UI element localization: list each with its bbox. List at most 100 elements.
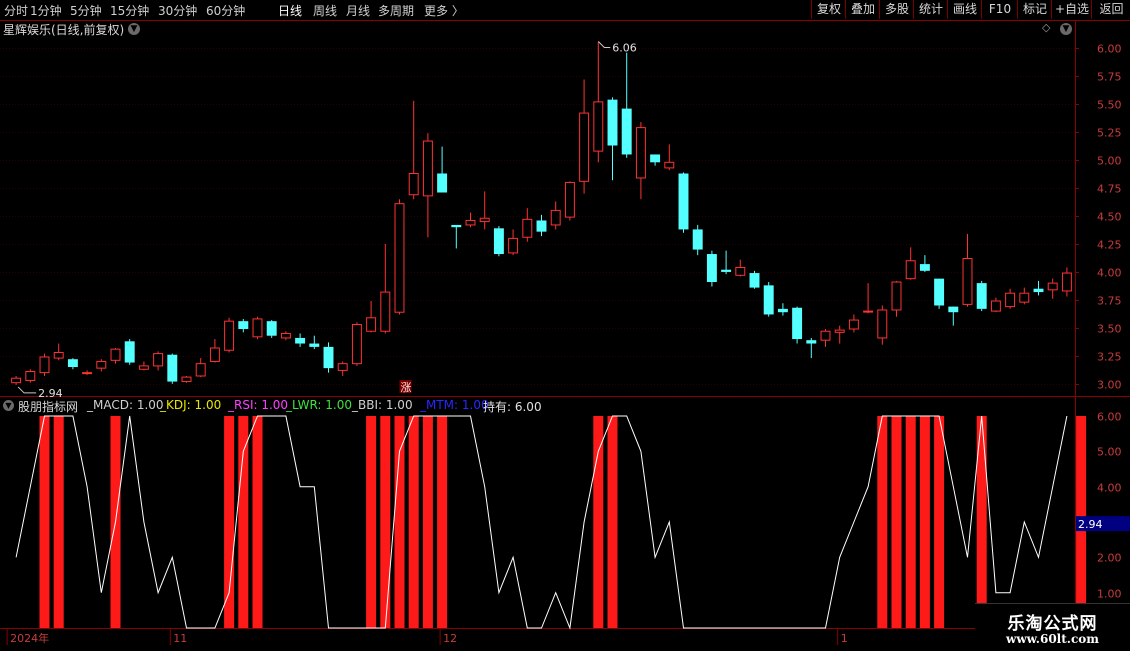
candle-body-up (479, 217, 490, 223)
candle-body-up (351, 324, 362, 365)
signal-bar (877, 416, 888, 628)
signal-bar (891, 416, 902, 628)
candle-body-up (834, 329, 845, 333)
candle-body-up (181, 376, 192, 383)
candle-body-up (280, 332, 291, 339)
candle-body-up (422, 140, 433, 197)
candle-body-down (721, 269, 732, 272)
candle-body-up (863, 310, 874, 313)
candle-body-up (252, 318, 263, 338)
candle-body-up (877, 309, 888, 339)
candle-body-down (451, 224, 462, 228)
candle-body-up (579, 112, 590, 182)
candle-body-up (990, 300, 1001, 312)
candle-body-up (138, 365, 149, 370)
candle-body-down (763, 285, 774, 315)
low-marker (17, 386, 37, 394)
price-tick-label: 4.50 (1097, 211, 1122, 224)
price-tick-label: 5.00 (1097, 155, 1122, 168)
signal-bar (238, 416, 249, 628)
high-marker (597, 41, 611, 48)
candle-body-up (820, 330, 831, 341)
signal-bar (607, 416, 618, 628)
zhang-label: 涨 (401, 381, 412, 394)
candle-body-up (224, 320, 235, 351)
candle-body-down (607, 99, 618, 146)
candle-body-up (962, 258, 973, 305)
candle-body-down (124, 341, 135, 363)
candle-body-down (621, 108, 632, 155)
signal-bar (437, 416, 448, 628)
price-tick-label: 3.25 (1097, 351, 1122, 364)
signal-bar (394, 416, 405, 628)
signal-bar (380, 416, 391, 628)
candle-body-up (1047, 282, 1058, 291)
candle-body-up (82, 372, 93, 375)
indicator-item-3: _LWR: 1.00 (286, 398, 352, 412)
candle-body-up (11, 377, 22, 384)
date-tick-label: 1 (841, 632, 848, 645)
signal-bar (593, 416, 604, 628)
candle-body-down (295, 337, 306, 344)
price-tick-label: 4.00 (1097, 267, 1122, 280)
candle-body-up (905, 260, 916, 280)
candle-body-down (323, 346, 334, 369)
candle-body-up (39, 356, 50, 374)
price-tick-label: 3.50 (1097, 323, 1122, 336)
indicator-item-0: _MACD: 1.00 (87, 398, 164, 412)
indicator-item-1: _KDJ: 1.00 (160, 398, 222, 412)
signal-bar (252, 416, 263, 628)
candle-body-up (96, 360, 107, 369)
high-price-label: 6.06 (612, 41, 637, 54)
ind-tick-label: 5.00 (1097, 446, 1122, 459)
candle-body-up (195, 363, 206, 377)
candle-body-up (508, 237, 519, 254)
signal-bar (422, 416, 433, 628)
candle-body-down (493, 228, 504, 255)
price-tick-label: 4.75 (1097, 183, 1122, 196)
candle-body-down (919, 264, 930, 271)
indicator-item-4: _BBI: 1.00 (352, 398, 413, 412)
candle-body-up (522, 218, 533, 238)
candle-body-up (53, 351, 64, 359)
ind-tick-label: 1.00 (1097, 588, 1122, 601)
candle-body-down (706, 254, 717, 283)
date-tick-label: 11 (173, 632, 187, 645)
candle-body-down (67, 359, 78, 368)
price-tick-label: 3.75 (1097, 295, 1122, 308)
signal-bar (408, 416, 419, 628)
price-tick-label: 5.50 (1097, 99, 1122, 112)
candle-body-up (1005, 292, 1016, 308)
watermark-url: www.60lt.com (1006, 632, 1099, 646)
candle-body-down (678, 173, 689, 230)
candle-body-up (564, 181, 575, 218)
candle-body-up (465, 219, 476, 226)
price-tick-label: 5.75 (1097, 71, 1122, 84)
indicator-item-5: _MTM: 1.00 (420, 398, 489, 412)
candle-body-up (380, 291, 391, 332)
candle-body-down (238, 321, 249, 329)
date-tick-label: 2024年 (10, 631, 49, 645)
indicator-dropdown-icon[interactable]: ▼ (3, 400, 14, 411)
indicator-item-2: _RSI: 1.00 (228, 398, 289, 412)
candle-body-up (366, 317, 377, 332)
candle-body-up (1019, 292, 1030, 303)
candle-body-down (934, 278, 945, 306)
candle-body-down (792, 307, 803, 340)
candle-body-up (408, 172, 419, 196)
signal-bar (905, 416, 916, 628)
candle-body-down (437, 173, 448, 193)
ind-tick-label: 4.00 (1097, 482, 1122, 495)
watermark: 乐淘公式网 www.60lt.com (975, 603, 1130, 651)
candle-body-up (153, 353, 164, 367)
signal-bar (934, 416, 945, 628)
candle-body-down (749, 273, 760, 288)
candle-body-up (593, 101, 604, 152)
signal-bar (224, 416, 235, 628)
candle-body-down (777, 308, 788, 313)
candle-body-down (167, 354, 178, 382)
candle-body-up (550, 209, 561, 226)
watermark-title: 乐淘公式网 (1007, 614, 1098, 634)
candle-body-down (536, 220, 547, 232)
candle-body-down (976, 283, 987, 309)
